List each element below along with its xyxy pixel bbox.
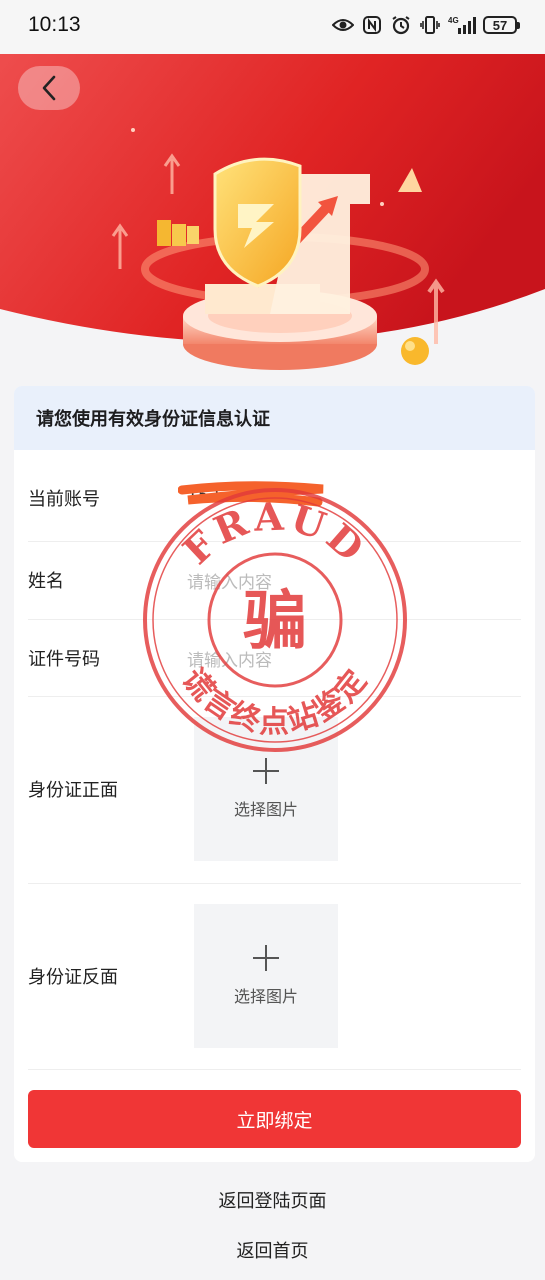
back-to-login-link[interactable]: 返回登陆页面 — [0, 1187, 545, 1213]
id-back-label: 身份证反面 — [28, 967, 118, 988]
upload-label: 选择图片 — [233, 800, 298, 819]
vibrate-icon — [419, 14, 441, 36]
signal-icon: 4G — [448, 14, 476, 36]
svg-text:4G: 4G — [448, 16, 459, 25]
upload-label: 选择图片 — [233, 987, 298, 1006]
hero-illustration — [0, 54, 545, 370]
eye-icon — [332, 14, 354, 36]
id-front-upload[interactable]: 选择图片 — [194, 717, 338, 861]
id-front-row: 身份证正面 选择图片 — [28, 696, 521, 884]
battery-indicator: 57 — [483, 16, 520, 34]
redaction-scribble — [178, 481, 324, 507]
plus-icon — [253, 945, 279, 971]
verification-banner: 请您使用有效身份证信息认证 — [14, 386, 535, 450]
nfc-icon — [361, 14, 383, 36]
name-row: 姓名 请输入内容 — [28, 541, 521, 620]
id-number-row: 证件号码 请输入内容 — [28, 619, 521, 697]
name-label: 姓名 — [28, 571, 64, 592]
alarm-icon — [390, 14, 412, 36]
account-label: 当前账号 — [28, 489, 100, 510]
id-number-input[interactable]: 请输入内容 — [187, 646, 272, 671]
chevron-left-icon — [42, 75, 56, 101]
status-bar: 10:13 4G 57 — [0, 0, 545, 54]
id-number-label: 证件号码 — [28, 649, 100, 670]
back-to-home-link[interactable]: 返回首页 — [0, 1237, 545, 1263]
status-time: 10:13 — [28, 13, 81, 36]
status-icons: 4G 57 — [332, 14, 520, 36]
verification-card: 请您使用有效身份证信息认证 当前账号 152 姓名 请输入内容 证件号码 请输入… — [14, 386, 535, 1162]
hero-banner — [0, 54, 545, 394]
id-back-row: 身份证反面 选择图片 — [28, 883, 521, 1070]
name-input[interactable]: 请输入内容 — [187, 568, 272, 593]
bind-now-button[interactable]: 立即绑定 — [28, 1090, 521, 1148]
id-back-upload[interactable]: 选择图片 — [194, 904, 338, 1048]
id-front-label: 身份证正面 — [28, 780, 118, 801]
account-row: 当前账号 152 — [28, 450, 521, 542]
back-button[interactable] — [18, 66, 80, 110]
plus-icon — [253, 758, 279, 784]
